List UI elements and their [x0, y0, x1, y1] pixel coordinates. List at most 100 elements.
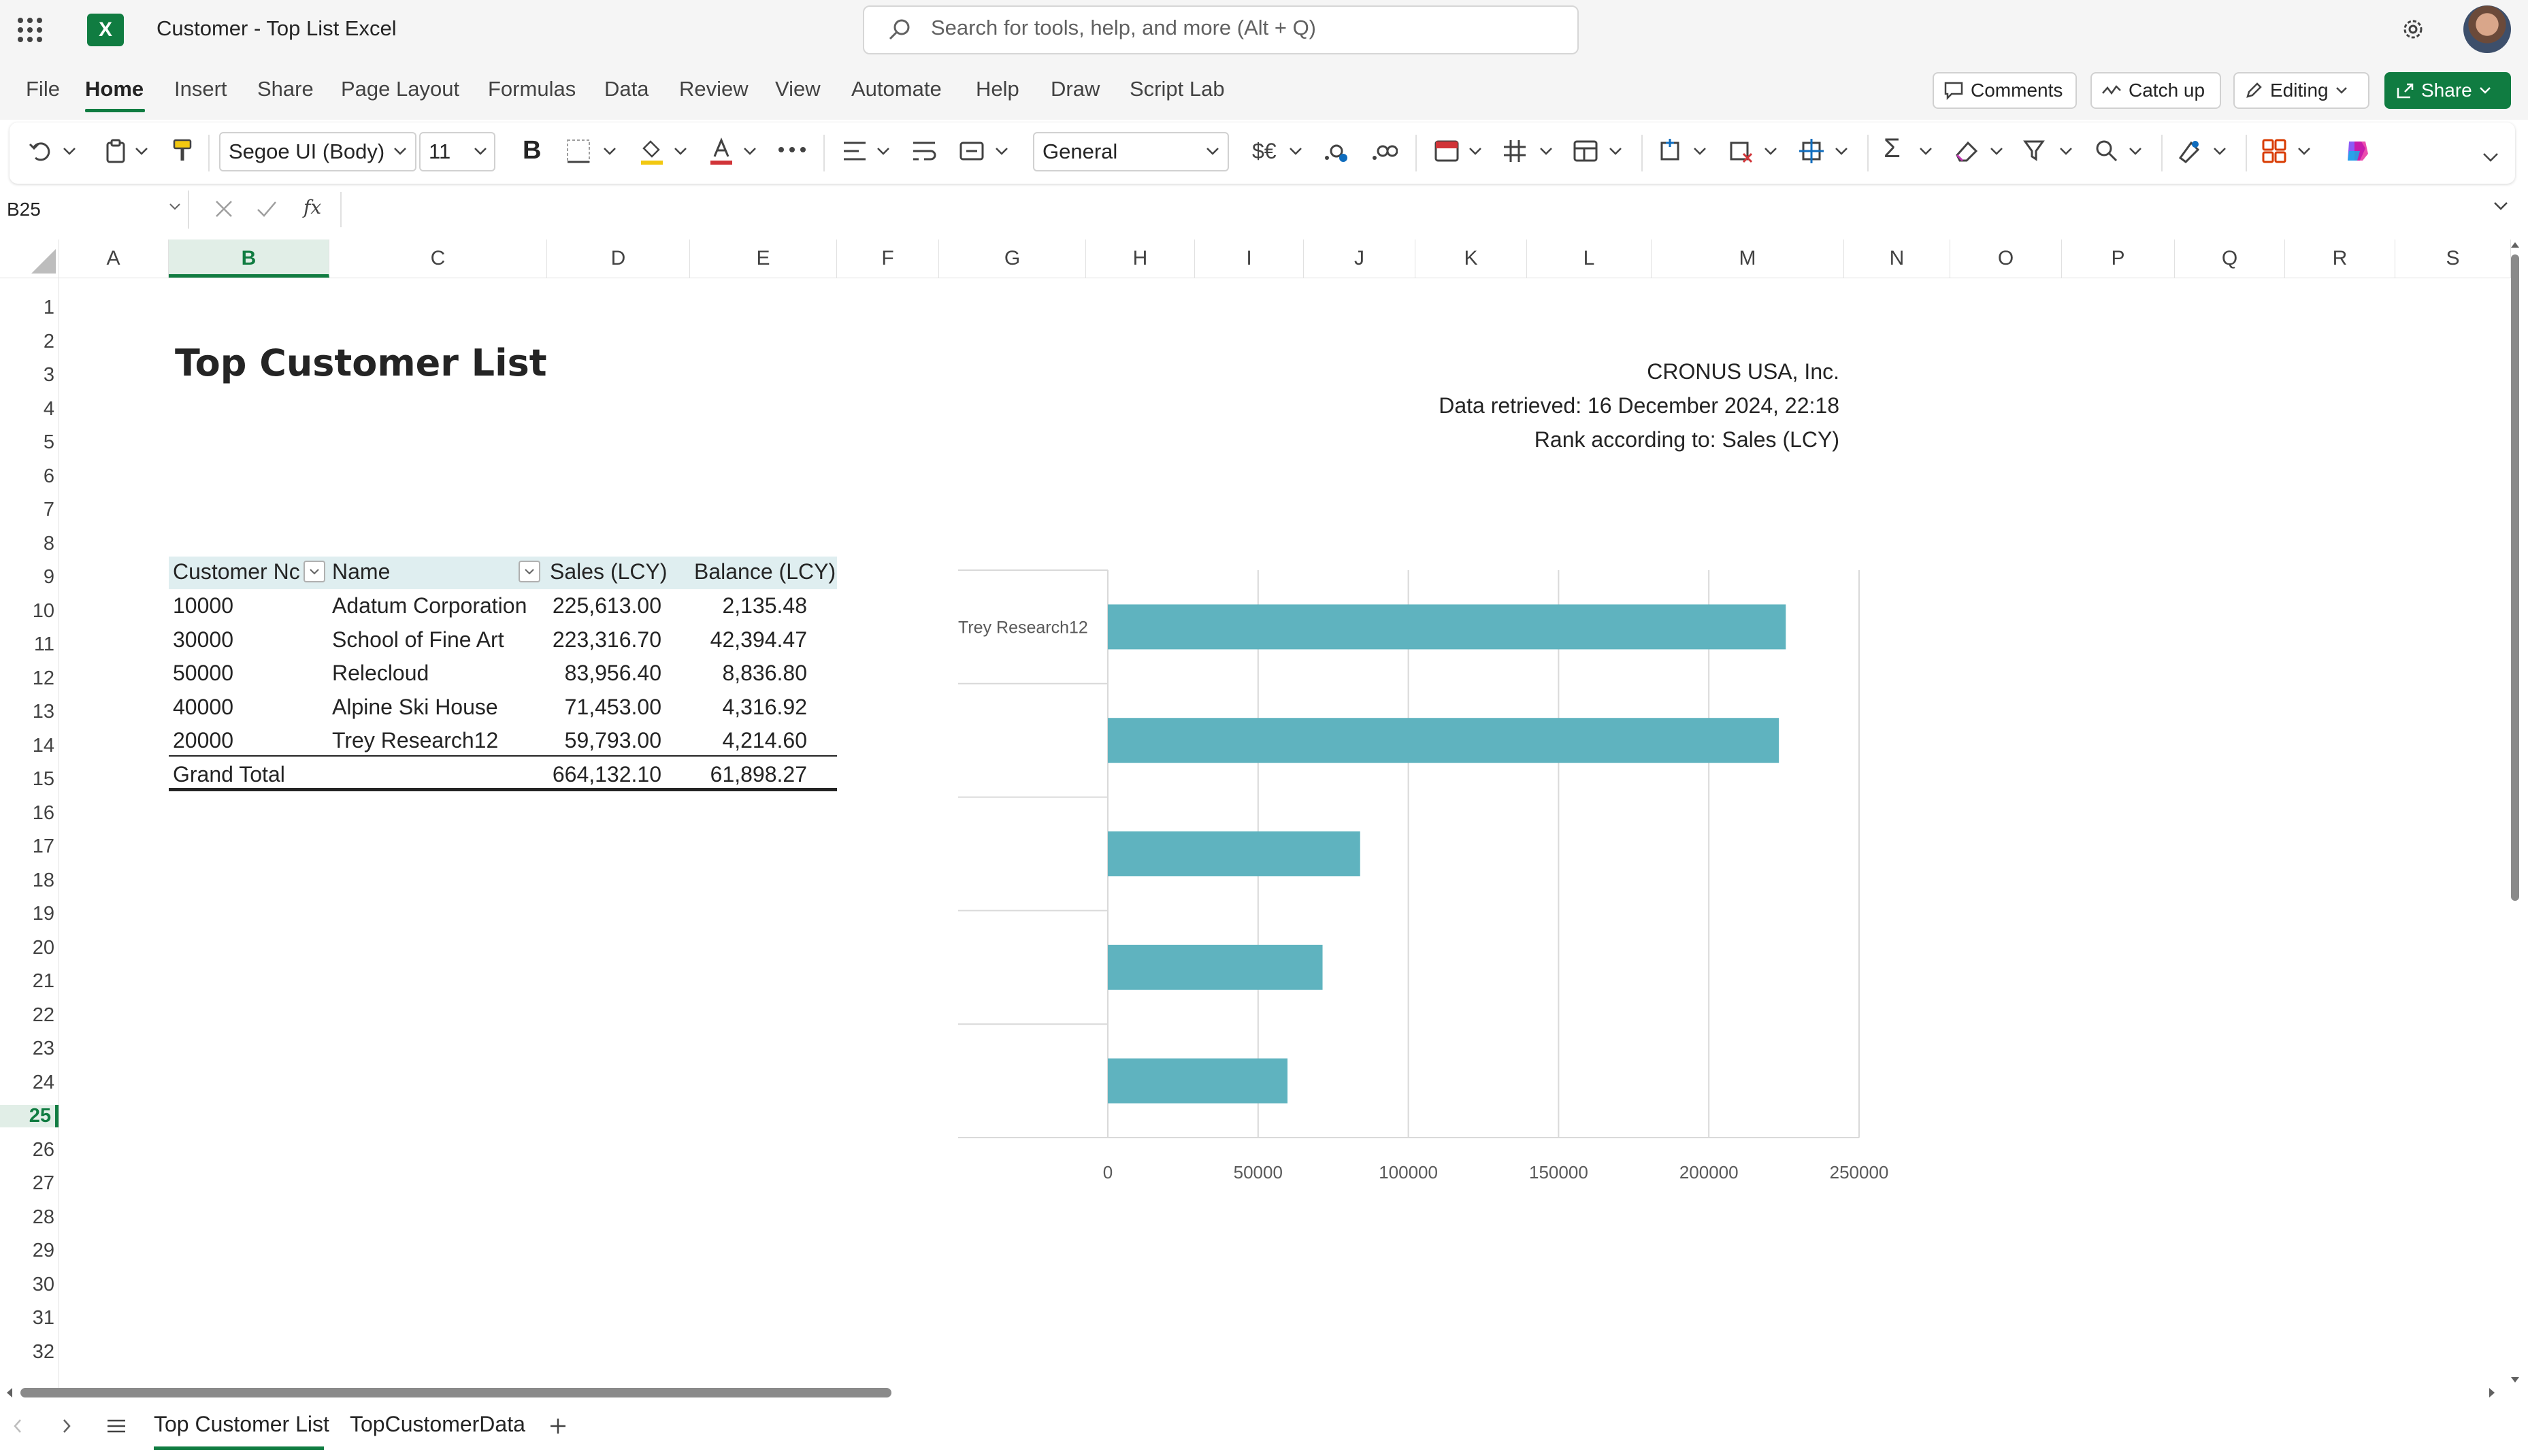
row-header-5[interactable]: 5 — [0, 431, 59, 454]
format-as-table-icon[interactable] — [1501, 137, 1528, 165]
row-header-21[interactable]: 21 — [0, 970, 59, 993]
column-header-c[interactable]: C — [329, 239, 547, 278]
row-header-31[interactable]: 31 — [0, 1307, 59, 1329]
row-header-12[interactable]: 12 — [0, 667, 59, 690]
chevron-down-icon[interactable] — [169, 203, 181, 211]
sheet-tab-topcustomerdata[interactable]: TopCustomerData — [350, 1412, 525, 1437]
grand-total-label[interactable]: Grand Total — [173, 762, 285, 787]
format-cells-icon[interactable] — [1798, 137, 1825, 165]
chevron-down-icon[interactable] — [1539, 147, 1553, 155]
row-header-16[interactable]: 16 — [0, 802, 59, 825]
data-retrieved-text[interactable]: Data retrieved: 16 December 2024, 22:18 — [1439, 393, 1839, 418]
insert-function-button[interactable]: fx — [303, 196, 321, 218]
tab-share[interactable]: Share — [257, 77, 314, 101]
company-name[interactable]: CRONUS USA, Inc. — [1647, 359, 1839, 384]
fill-color-icon[interactable] — [638, 136, 666, 166]
row-header-26[interactable]: 26 — [0, 1139, 59, 1161]
chevron-down-icon[interactable] — [743, 147, 757, 155]
column-header-h[interactable]: H — [1086, 239, 1195, 278]
table-cell-sales[interactable]: 83,956.40 — [544, 661, 661, 686]
column-header-r[interactable]: R — [2285, 239, 2395, 278]
chevron-down-icon[interactable] — [63, 147, 76, 155]
tab-automate[interactable]: Automate — [851, 77, 942, 101]
editing-mode-button[interactable]: Editing — [2233, 72, 2369, 109]
row-header-17[interactable]: 17 — [0, 835, 59, 858]
row-header-24[interactable]: 24 — [0, 1072, 59, 1094]
tab-review[interactable]: Review — [679, 77, 749, 101]
chevron-down-icon[interactable] — [1919, 147, 1933, 155]
table-cell-balance[interactable]: 4,316.92 — [680, 695, 807, 720]
vertical-scrollbar[interactable] — [2508, 239, 2522, 1389]
row-header-20[interactable]: 20 — [0, 937, 59, 959]
eraser-icon[interactable] — [1953, 139, 1980, 163]
add-ins-icon[interactable] — [2261, 137, 2288, 165]
tab-data[interactable]: Data — [604, 77, 649, 101]
formula-input[interactable] — [340, 192, 2519, 227]
table-cell-customer-no[interactable]: 40000 — [173, 695, 233, 720]
row-header-15[interactable]: 15 — [0, 768, 59, 791]
table-cell-balance[interactable]: 8,836.80 — [680, 661, 807, 686]
wrap-text-icon[interactable] — [910, 139, 938, 163]
cell-styles-icon[interactable] — [1572, 139, 1599, 163]
next-sheet-icon[interactable] — [61, 1418, 72, 1434]
chevron-down-icon[interactable] — [1609, 147, 1622, 155]
gear-icon[interactable] — [2399, 15, 2427, 44]
more-options-icon[interactable] — [777, 144, 807, 155]
row-header-13[interactable]: 13 — [0, 701, 59, 723]
tab-script-lab[interactable]: Script Lab — [1130, 77, 1225, 101]
scroll-right-icon[interactable] — [2488, 1387, 2497, 1399]
name-box[interactable]: B25 — [0, 191, 189, 229]
table-cell-customer-name[interactable]: Adatum Corporation — [332, 593, 527, 618]
table-cell-sales[interactable]: 225,613.00 — [544, 593, 661, 618]
row-header-18[interactable]: 18 — [0, 870, 59, 892]
column-header-f[interactable]: F — [837, 239, 939, 278]
tab-home[interactable]: Home — [85, 77, 144, 101]
table-header-customer-no[interactable]: Customer Nc — [173, 559, 302, 584]
tab-view[interactable]: View — [775, 77, 821, 101]
row-header-10[interactable]: 10 — [0, 600, 59, 623]
catch-up-button[interactable]: Catch up — [2090, 72, 2221, 109]
comments-button[interactable]: Comments — [1933, 72, 2077, 109]
align-icon[interactable] — [841, 139, 868, 163]
column-header-q[interactable]: Q — [2175, 239, 2285, 278]
row-header-30[interactable]: 30 — [0, 1274, 59, 1296]
currency-format-button[interactable]: $€ — [1252, 139, 1277, 164]
undo-icon[interactable] — [27, 137, 54, 165]
chevron-down-icon[interactable] — [1990, 147, 2003, 155]
table-cell-balance[interactable]: 4,214.60 — [680, 728, 807, 753]
table-header-sales[interactable]: Sales (LCY) — [550, 559, 668, 584]
sort-filter-icon[interactable] — [2022, 137, 2050, 165]
copilot-icon[interactable] — [2342, 136, 2372, 166]
column-header-n[interactable]: N — [1844, 239, 1950, 278]
chevron-down-icon[interactable] — [2297, 147, 2311, 155]
row-header-22[interactable]: 22 — [0, 1004, 59, 1027]
all-sheets-menu-icon[interactable] — [106, 1418, 127, 1434]
grand-total-sales[interactable]: 664,132.10 — [544, 762, 661, 787]
column-header-p[interactable]: P — [2062, 239, 2175, 278]
table-cell-customer-no[interactable]: 50000 — [173, 661, 233, 686]
column-header-s[interactable]: S — [2395, 239, 2511, 278]
chevron-down-icon[interactable] — [1693, 147, 1707, 155]
insert-cells-icon[interactable] — [1656, 137, 1684, 165]
row-header-27[interactable]: 27 — [0, 1172, 59, 1195]
column-header-o[interactable]: O — [1950, 239, 2062, 278]
row-header-11[interactable]: 11 — [0, 633, 59, 656]
sales-bar-chart[interactable]: 0 50000 100000 150000 200000 250000 Trey Resea… — [939, 558, 1905, 1184]
chevron-down-icon[interactable] — [1835, 147, 1848, 155]
row-header-6[interactable]: 6 — [0, 465, 59, 488]
tab-insert[interactable]: Insert — [174, 77, 227, 101]
row-header-3[interactable]: 3 — [0, 364, 59, 386]
decrease-decimal-icon[interactable] — [1322, 139, 1349, 163]
sheet-tab-top-customer-list[interactable]: Top Customer List — [154, 1412, 329, 1437]
sensitivity-icon[interactable] — [2176, 137, 2203, 165]
rank-criteria-text[interactable]: Rank according to: Sales (LCY) — [1534, 427, 1839, 452]
row-header-9[interactable]: 9 — [0, 566, 59, 589]
table-cell-customer-name[interactable]: Alpine Ski House — [332, 695, 498, 720]
avatar[interactable] — [2463, 5, 2511, 53]
table-cell-sales[interactable]: 71,453.00 — [544, 695, 661, 720]
ribbon-expand-icon[interactable] — [2482, 152, 2499, 162]
horizontal-scrollbar[interactable] — [20, 1388, 891, 1397]
column-header-d[interactable]: D — [547, 239, 690, 278]
font-name-dropdown[interactable]: Segoe UI (Body) — [219, 132, 416, 171]
chevron-down-icon[interactable] — [2129, 147, 2142, 155]
